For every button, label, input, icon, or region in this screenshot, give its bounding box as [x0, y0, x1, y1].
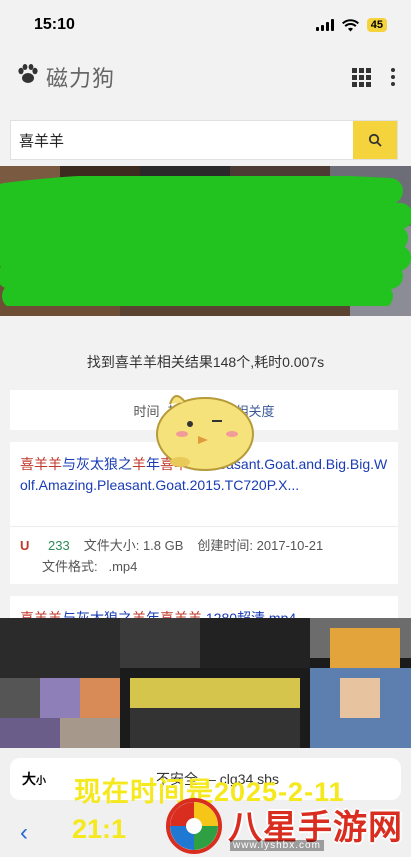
- site-logo-icon: [166, 798, 222, 854]
- search-button[interactable]: [353, 121, 397, 159]
- mascot-chick-icon: [156, 395, 254, 471]
- title-highlight: 喜羊羊: [20, 456, 62, 472]
- status-time: 15:10: [34, 16, 75, 33]
- search-icon: [368, 133, 382, 147]
- wifi-icon: [341, 18, 359, 31]
- size-info: 文件大小: 1.8 GB: [83, 538, 184, 553]
- magnet-icon[interactable]: U: [20, 535, 34, 556]
- header-actions: [352, 67, 395, 87]
- paw-icon[interactable]: [16, 63, 42, 91]
- ad-banner[interactable]: [0, 166, 411, 316]
- text-size-button[interactable]: 大小: [22, 769, 46, 789]
- watermark-time: 21:1: [72, 814, 127, 844]
- site-url: www.lyshbx.com: [230, 840, 324, 851]
- created-info: 创建时间: 2017-10-21: [197, 538, 324, 553]
- title-text: 与灰太狼之: [62, 456, 132, 472]
- overlay-video-ad[interactable]: [0, 618, 411, 748]
- battery-badge: 45: [366, 18, 387, 32]
- format-info: 文件格式: .mp4: [42, 559, 138, 574]
- signal-icon: [315, 19, 334, 31]
- search-bar: [10, 120, 398, 160]
- status-bar: 15:10 45: [0, 0, 411, 50]
- more-menu-icon[interactable]: [391, 68, 395, 86]
- censor-scribble: [0, 176, 411, 306]
- result-summary: 找到喜羊羊相关结果148个,耗时0.007s: [86, 354, 325, 370]
- result-meta: U 233 文件大小: 1.8 GB 创建时间: 2017-10-21 文件格式…: [10, 527, 398, 585]
- site-watermark-logo: 八星手游网 www.lyshbx.com: [160, 796, 410, 857]
- seed-count: 233: [48, 538, 70, 553]
- app-header: 磁力狗: [0, 52, 411, 102]
- title-highlight: 羊: [132, 456, 146, 472]
- status-icons: 45: [315, 18, 387, 32]
- app-title[interactable]: 磁力狗: [46, 61, 115, 93]
- apps-grid-icon[interactable]: [352, 67, 371, 87]
- search-input[interactable]: [11, 121, 353, 159]
- back-icon[interactable]: ‹: [20, 819, 28, 847]
